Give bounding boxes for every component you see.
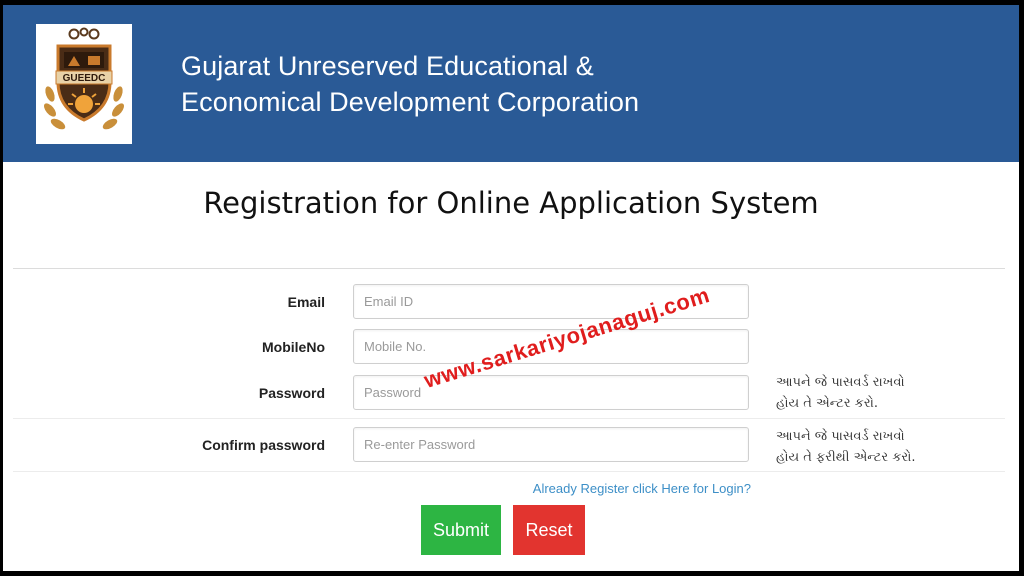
reset-button[interactable]: Reset xyxy=(513,505,585,555)
gueedc-logo: GUEEDC xyxy=(36,24,132,144)
emblem-icon: GUEEDC xyxy=(44,27,124,130)
password-hint: આપને જે પાસવર્ડ રાખવો હોય તે એન્ટર કરો. xyxy=(776,372,905,414)
row-separator xyxy=(13,418,1005,419)
org-name-line1: Gujarat Unreserved Educational & xyxy=(181,51,594,81)
title-divider xyxy=(13,268,1005,269)
page-frame: GUEEDC Gujarat Unreserved Educational & … xyxy=(3,5,1019,571)
login-link[interactable]: Already Register click Here for Login? xyxy=(533,481,751,496)
page-title: Registration for Online Application Syst… xyxy=(203,186,819,220)
row-separator xyxy=(13,471,1005,472)
password-hint-line1: આપને જે પાસવર્ડ રાખવો xyxy=(776,375,905,390)
password-field[interactable] xyxy=(353,375,749,410)
password-hint-line2: હોય તે એન્ટર કરો. xyxy=(776,396,878,411)
password-label: Password xyxy=(258,385,325,401)
confirm-password-label: Confirm password xyxy=(202,437,325,453)
confirm-hint-line2: હોય તે ફરીથી એન્ટર કરો. xyxy=(776,450,916,465)
logo-text: GUEEDC xyxy=(63,73,106,84)
site-header: GUEEDC Gujarat Unreserved Educational & … xyxy=(3,5,1019,162)
confirm-password-hint: આપને જે પાસવર્ડ રાખવો હોય તે ફરીથી એન્ટર… xyxy=(776,426,916,468)
submit-button[interactable]: Submit xyxy=(421,505,501,555)
confirm-hint-line1: આપને જે પાસવર્ડ રાખવો xyxy=(776,429,905,444)
confirm-password-field[interactable] xyxy=(353,427,749,462)
email-label: Email xyxy=(287,294,325,310)
mobile-label: MobileNo xyxy=(262,339,325,355)
org-name-line2: Economical Development Corporation xyxy=(181,87,640,117)
